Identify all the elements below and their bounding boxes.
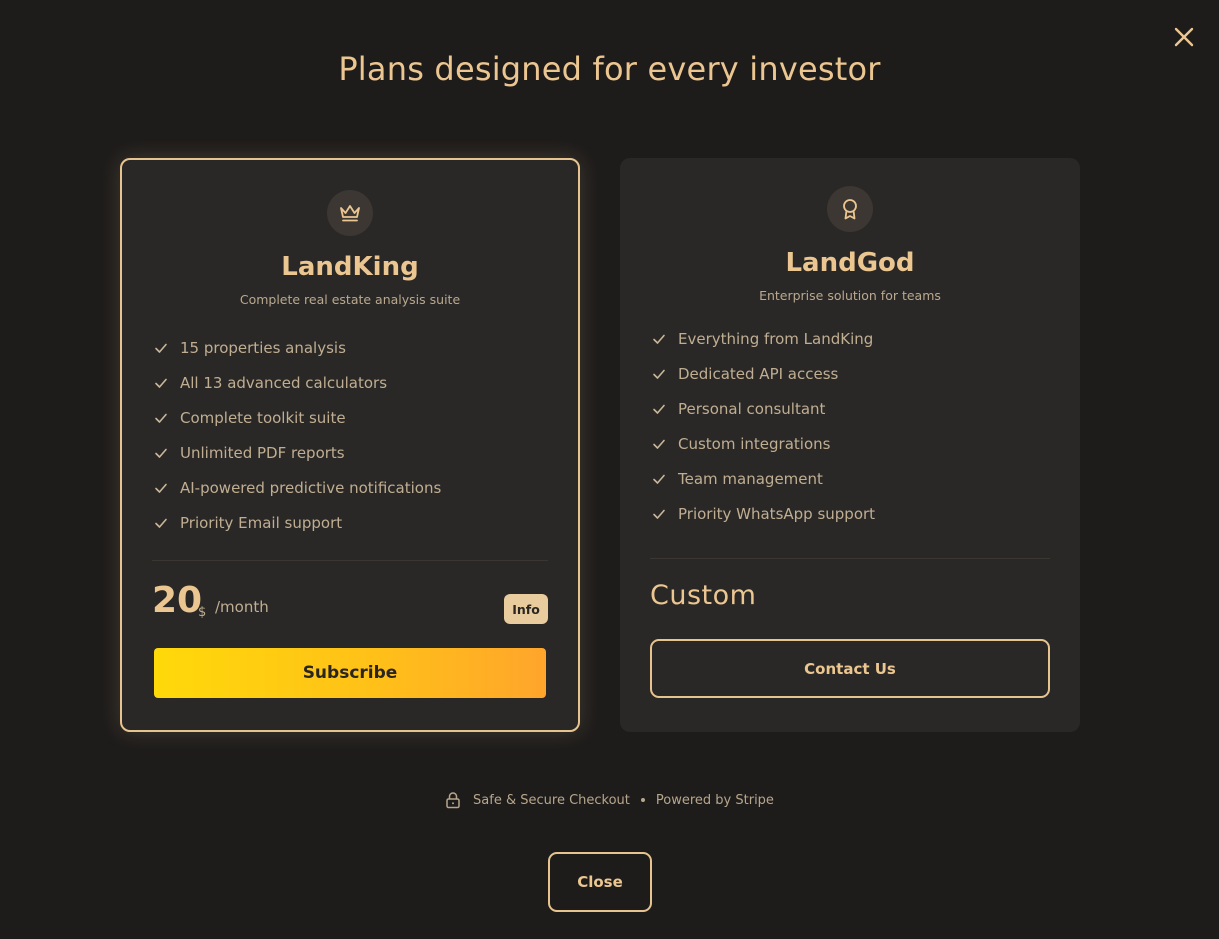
plan-card-landking: LandKing Complete real estate analysis s… — [120, 158, 580, 732]
separator-dot — [640, 798, 645, 802]
feature-item: Team management — [652, 461, 1050, 496]
feature-item: Complete toolkit suite — [154, 400, 548, 435]
feature-item: Custom integrations — [652, 426, 1050, 461]
check-icon — [653, 439, 665, 449]
feature-item: Priority Email support — [154, 505, 548, 540]
check-icon — [155, 483, 167, 493]
feature-label: 15 properties analysis — [180, 338, 346, 357]
feature-label: Unlimited PDF reports — [180, 443, 345, 462]
check-icon — [155, 343, 167, 353]
plan-name: LandGod — [785, 248, 915, 278]
feature-label: Team management — [678, 469, 823, 488]
page-title: Plans designed for every investor — [338, 50, 881, 88]
check-icon — [155, 413, 167, 423]
close-x-icon[interactable] — [1171, 24, 1197, 50]
feature-item: Dedicated API access — [652, 356, 1050, 391]
plan-subtitle: Enterprise solution for teams — [759, 288, 941, 303]
feature-label: Complete toolkit suite — [180, 408, 346, 427]
plan-name: LandKing — [281, 252, 419, 282]
feature-label: Everything from LandKing — [678, 329, 874, 348]
feature-item: Priority WhatsApp support — [652, 496, 1050, 531]
check-icon — [653, 474, 665, 484]
lock-icon — [446, 792, 460, 809]
feature-item: Everything from LandKing — [652, 321, 1050, 356]
plan-card-landgod: LandGod Enterprise solution for teams Ev… — [620, 158, 1080, 732]
feature-list: Everything from LandKing Dedicated API a… — [652, 321, 1050, 531]
feature-item: Personal consultant — [652, 391, 1050, 426]
feature-label: Personal consultant — [678, 399, 826, 418]
feature-label: Priority Email support — [180, 513, 343, 532]
price-row: 20 $ /month Info — [152, 580, 548, 626]
feature-label: Priority WhatsApp support — [678, 504, 876, 523]
pricing-modal: Plans designed for every investor LandKi… — [0, 0, 1219, 939]
feature-label: Custom integrations — [678, 434, 831, 453]
secure-checkout-text: Safe & Secure Checkout — [473, 792, 630, 808]
custom-price-label: Custom — [650, 580, 757, 611]
feature-item: 15 properties analysis — [154, 330, 548, 365]
subscribe-button[interactable]: Subscribe — [154, 648, 546, 698]
plan-subtitle: Complete real estate analysis suite — [239, 292, 461, 307]
divider — [650, 558, 1050, 559]
check-icon — [155, 448, 167, 458]
feature-item: All 13 advanced calculators — [154, 365, 548, 400]
check-icon — [653, 509, 665, 519]
award-ribbon-icon — [827, 186, 873, 232]
close-button[interactable]: Close — [548, 852, 652, 912]
feature-item: AI-powered predictive notifications — [154, 470, 548, 505]
secure-checkout-row: Safe & Secure Checkout Powered by Stripe — [0, 791, 1219, 809]
price-period: /month — [215, 598, 269, 616]
check-icon — [155, 518, 167, 528]
price-currency: $ — [198, 605, 207, 620]
crown-icon — [327, 190, 373, 236]
divider — [152, 560, 548, 561]
check-icon — [653, 369, 665, 379]
contact-us-button[interactable]: Contact Us — [650, 639, 1050, 698]
powered-by-text: Powered by Stripe — [655, 792, 774, 808]
check-icon — [653, 334, 665, 344]
price-amount: 20 — [152, 580, 203, 621]
feature-label: All 13 advanced calculators — [180, 373, 388, 392]
feature-item: Unlimited PDF reports — [154, 435, 548, 470]
feature-label: Dedicated API access — [678, 364, 839, 383]
info-button[interactable]: Info — [504, 594, 548, 624]
check-icon — [653, 404, 665, 414]
check-icon — [155, 378, 167, 388]
feature-list: 15 properties analysis All 13 advanced c… — [154, 330, 548, 540]
feature-label: AI-powered predictive notifications — [180, 478, 442, 497]
